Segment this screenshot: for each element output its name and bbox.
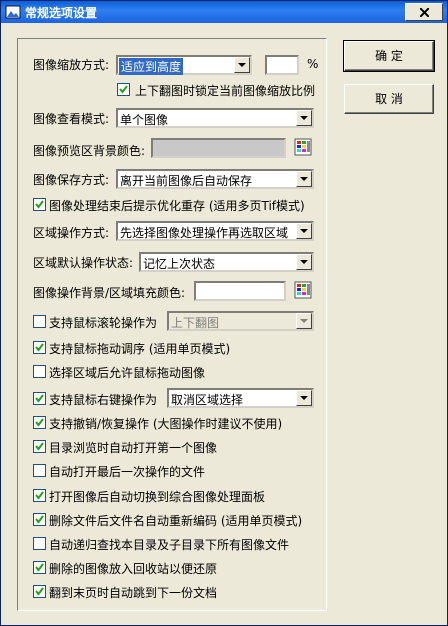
chevron-down-icon <box>300 116 308 120</box>
zoom-value: 适应到高度 <box>119 58 184 75</box>
cancel-button[interactable]: 取 消 <box>344 84 434 114</box>
checkmark-icon <box>119 85 128 94</box>
dropdown-button[interactable] <box>296 313 312 329</box>
open-last-checkbox[interactable] <box>33 464 46 477</box>
drag-after-select-label: 选择区域后允许鼠标拖动图像 <box>49 366 206 380</box>
checkmark-icon <box>35 491 44 500</box>
dropdown-button[interactable] <box>234 57 250 73</box>
preview-bg-label: 图像预览区背景颜色: <box>33 144 146 158</box>
recycle-label: 删除的图像放入回收站以便还原 <box>49 562 218 576</box>
wheel-label: 支持鼠标滚轮操作为 <box>49 316 158 330</box>
title-bar[interactable]: 常规选项设置 <box>1 1 447 23</box>
checkmark-icon <box>35 418 44 427</box>
save-mode-select[interactable]: 离开当前图像后自动保存 <box>116 169 314 189</box>
right-click-label: 支持鼠标右键操作为 <box>49 393 158 407</box>
chevron-down-icon <box>300 177 308 181</box>
undo-label: 支持撤销/恢复操作 (大图操作时建议不使用) <box>49 417 283 431</box>
right-click-select[interactable]: 取消区域选择 <box>167 388 314 408</box>
close-icon <box>420 8 429 17</box>
app-icon <box>5 5 21 19</box>
checkmark-icon <box>35 587 44 596</box>
preview-bg-color-swatch <box>151 138 286 158</box>
save-mode-value: 离开当前图像后自动保存 <box>120 174 253 188</box>
open-first-label: 目录浏览时自动打开第一个图像 <box>49 441 218 455</box>
percent-unit: % <box>307 57 319 71</box>
region-op-label: 区域操作方式: <box>33 226 110 240</box>
dropdown-button[interactable] <box>296 223 312 239</box>
drag-after-select-checkbox[interactable] <box>33 365 46 378</box>
window-title: 常规选项设置 <box>25 6 98 20</box>
checkmark-icon <box>35 200 44 209</box>
view-mode-value: 单个图像 <box>120 113 169 127</box>
lock-zoom-checkbox[interactable] <box>117 83 130 96</box>
save-mode-label: 图像保存方式: <box>33 173 110 187</box>
region-default-select[interactable]: 记忆上次状态 <box>139 252 314 272</box>
dropdown-button[interactable] <box>296 110 312 126</box>
checkmark-icon <box>35 343 44 352</box>
view-mode-label: 图像查看模式: <box>33 112 110 126</box>
next-doc-label: 翻到末页时自动跳到下一份文档 <box>49 586 218 600</box>
fill-color-label: 图像操作背景/区域填充颜色: <box>33 286 186 300</box>
next-doc-checkbox[interactable] <box>33 585 46 598</box>
zoom-label: 图像缩放方式: <box>33 58 110 72</box>
region-default-value: 记忆上次状态 <box>143 257 216 271</box>
switch-panel-checkbox[interactable] <box>33 489 46 502</box>
dropdown-button[interactable] <box>296 171 312 187</box>
wheel-checkbox[interactable] <box>33 315 46 328</box>
undo-checkbox[interactable] <box>33 416 46 429</box>
optimize-prompt-checkbox[interactable] <box>33 198 46 211</box>
dropdown-button[interactable] <box>296 254 312 270</box>
options-dialog: 常规选项设置 确 定 取 消 图像缩放方式: 适应到高度 % 上下翻图时锁定当前… <box>0 0 448 626</box>
checkmark-icon <box>35 563 44 572</box>
checkmark-icon <box>35 442 44 451</box>
dropdown-button[interactable] <box>296 390 312 406</box>
checkmark-icon <box>35 515 44 524</box>
recycle-checkbox[interactable] <box>33 561 46 574</box>
ok-button[interactable]: 确 定 <box>343 40 435 72</box>
renumber-label: 删除文件后文件名自动重新编码 (适用单页模式) <box>49 514 303 528</box>
checkmark-icon <box>35 394 44 403</box>
open-first-checkbox[interactable] <box>33 440 46 453</box>
recursive-checkbox[interactable] <box>33 537 46 550</box>
chevron-down-icon <box>300 319 308 323</box>
recursive-label: 自动递归查找本目录及子目录下所有图像文件 <box>49 538 290 552</box>
drag-order-checkbox[interactable] <box>33 341 46 354</box>
open-last-label: 自动打开最后一次操作的文件 <box>49 465 206 479</box>
region-op-select[interactable]: 先选择图像处理操作再选取区域 <box>116 221 314 241</box>
palette-icon[interactable] <box>294 281 312 299</box>
close-button[interactable] <box>405 3 443 21</box>
right-click-checkbox[interactable] <box>33 392 46 405</box>
renumber-checkbox[interactable] <box>33 513 46 526</box>
chevron-down-icon <box>300 229 308 233</box>
chevron-down-icon <box>238 63 246 67</box>
lock-zoom-label: 上下翻图时锁定当前图像缩放比例 <box>135 84 316 98</box>
chevron-down-icon <box>300 396 308 400</box>
chevron-down-icon <box>300 260 308 264</box>
region-default-label: 区域默认操作状态: <box>33 256 134 270</box>
palette-icon[interactable] <box>294 138 312 156</box>
switch-panel-label: 打开图像后自动切换到综合图像处理面板 <box>49 490 266 504</box>
zoom-select[interactable]: 适应到高度 <box>116 55 252 75</box>
right-click-value: 取消区域选择 <box>171 393 244 407</box>
wheel-select[interactable]: 上下翻图 <box>167 311 314 331</box>
fill-color-swatch <box>194 281 286 301</box>
view-mode-select[interactable]: 单个图像 <box>116 108 314 128</box>
zoom-percent-input[interactable] <box>265 55 299 75</box>
optimize-prompt-label: 图像处理结束后提示优化重存 (适用多页Tif模式) <box>49 199 305 213</box>
drag-order-label: 支持鼠标拖动调序 (适用单页模式) <box>49 342 231 356</box>
wheel-value: 上下翻图 <box>171 316 220 330</box>
region-op-value: 先选择图像处理操作再选取区域 <box>120 226 289 240</box>
